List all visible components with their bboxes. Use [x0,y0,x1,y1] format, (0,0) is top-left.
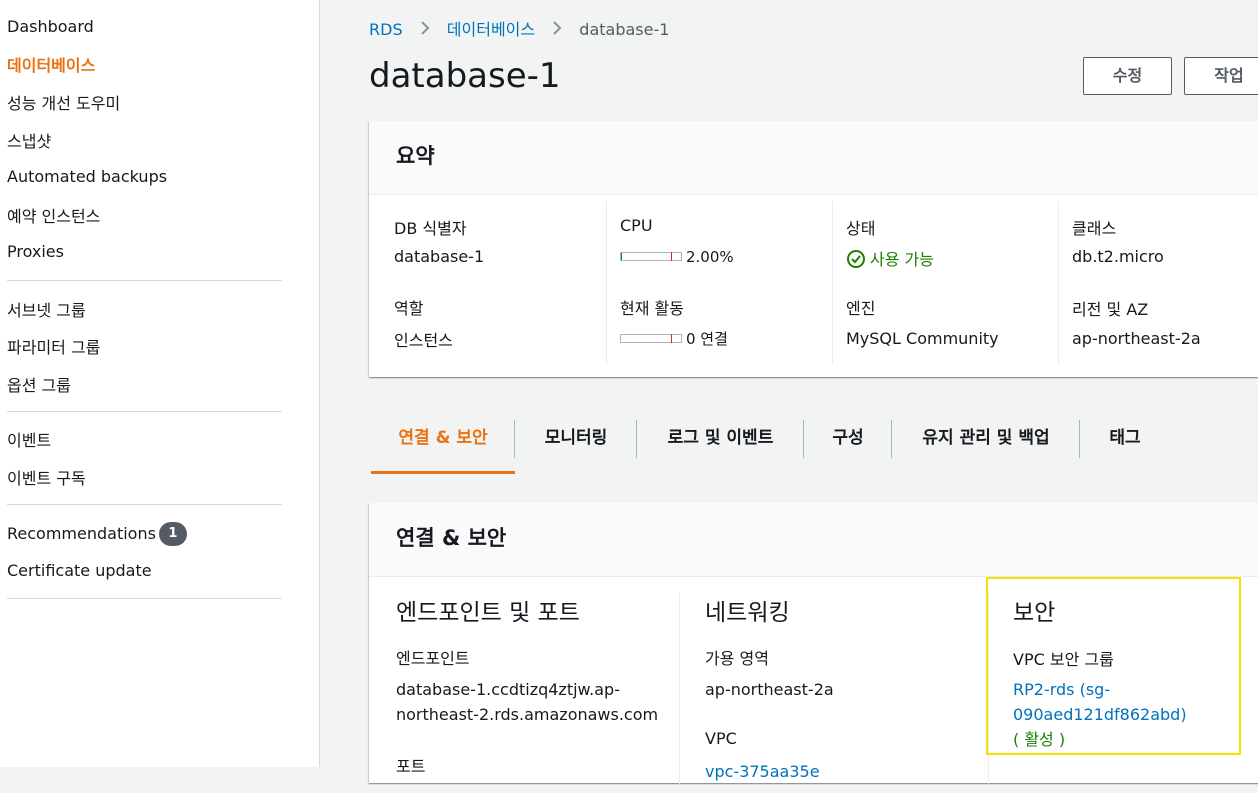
security-section-title: 보안 [1013,600,1056,626]
cpu-value: 2.00% [620,248,734,266]
chevron-right-icon [552,20,562,39]
sidebar-item-event-subscriptions[interactable]: 이벤트 구독 [7,465,86,489]
recommendations-count-badge: 1 [158,522,187,546]
endpoint-section-title: 엔드포인트 및 포트 [396,600,580,626]
db-identifier-value: database-1 [394,247,485,266]
summary-column-status: 상태 사용 가능 엔진 MySQL Community [832,201,1057,365]
activity-value: 0 연결 [620,328,728,349]
role-value: 인스턴스 [394,331,453,350]
sidebar: Dashboard 데이터베이스 성능 개선 도우미 스냅샷 Automated… [0,0,320,767]
sidebar-item-certificate-update[interactable]: Certificate update [7,561,152,580]
role-label: 역할 [394,299,424,318]
cpu-threshold-mark [671,252,672,261]
connectivity-panel: 연결 & 보안 엔드포인트 및 포트 엔드포인트 database-1.ccdt… [369,503,1258,793]
class-value: db.t2.micro [1072,247,1164,266]
check-circle-icon [846,249,866,273]
sidebar-item-subnet-groups[interactable]: 서브넷 그룹 [7,297,86,321]
summary-title: 요약 [369,121,1258,195]
cpu-percentage: 2.00% [686,248,734,266]
endpoint-line-2: northeast-2.rds.amazonaws.com [396,705,659,724]
sidebar-item-proxies[interactable]: Proxies [7,242,64,261]
actions-button[interactable]: 작업 [1184,57,1258,95]
sidebar-item-snapshots[interactable]: 스냅샷 [7,128,51,152]
networking-column: 네트워킹 가용 영역 ap-northeast-2a VPC vpc-375aa… [680,577,988,787]
chevron-right-icon [420,20,430,39]
sidebar-item-label: Recommendations [7,524,156,543]
security-group-value: RP2-rds (sg- 090aed121df862abd) ( 활성 ) [1013,677,1253,752]
sidebar-divider [7,411,282,412]
status-value: 사용 가능 [846,246,934,273]
region-value: ap-northeast-2a [1072,329,1201,348]
main-content: RDS 데이터베이스 database-1 database-1 수정 작업 요… [321,0,1258,793]
tab-monitoring[interactable]: 모니터링 [515,410,637,474]
availability-zone-value: ap-northeast-2a [705,680,834,699]
status-label: 상태 [846,219,876,238]
sidebar-item-reserved-instances[interactable]: 예약 인스턴스 [7,203,100,227]
endpoint-value: database-1.ccdtizq4ztjw.ap- northeast-2.… [396,677,666,727]
activity-connections: 0 연결 [686,330,728,348]
vpc-security-group-label: VPC 보안 그룹 [1013,650,1114,669]
connectivity-title: 연결 & 보안 [369,503,1258,577]
sidebar-item-dashboard[interactable]: Dashboard [7,17,94,36]
vpc-label: VPC [705,729,737,748]
breadcrumb-rds-link[interactable]: RDS [369,20,403,39]
breadcrumb-current: database-1 [579,20,670,39]
sidebar-item-automated-backups[interactable]: Automated backups [7,167,167,186]
activity-bar [620,334,682,343]
cpu-label: CPU [620,216,653,235]
tab-maintenance-backups[interactable]: 유지 관리 및 백업 [892,410,1080,474]
endpoint-column: 엔드포인트 및 포트 엔드포인트 database-1.ccdtizq4ztjw… [369,577,679,787]
sidebar-divider [7,504,282,505]
security-group-line-1: RP2-rds (sg- [1013,680,1111,699]
tab-logs-events[interactable]: 로그 및 이벤트 [637,410,804,474]
breadcrumb: RDS 데이터베이스 database-1 [369,16,669,40]
detail-tabs: 연결 & 보안 모니터링 로그 및 이벤트 구성 유지 관리 및 백업 태그 [371,410,1258,476]
sidebar-item-recommendations[interactable]: Recommendations 1 [7,522,187,546]
cpu-usage-fill [621,253,622,260]
region-label: 리전 및 AZ [1072,300,1149,319]
endpoint-line-1: database-1.ccdtizq4ztjw.ap- [396,680,620,699]
sidebar-item-option-groups[interactable]: 옵션 그룹 [7,372,71,396]
summary-column-cpu: CPU 2.00% 현재 활동 0 연결 [606,201,831,365]
security-group-status: ( 활성 ) [1013,730,1066,749]
vpc-link[interactable]: vpc-375aa35e [705,759,820,784]
activity-threshold-mark [671,334,672,343]
page-title: database-1 [369,56,561,96]
engine-value: MySQL Community [846,329,999,348]
sidebar-divider [7,280,282,281]
modify-button[interactable]: 수정 [1083,57,1172,95]
networking-section-title: 네트워킹 [705,600,790,626]
summary-column-identifier: DB 식별자 database-1 역할 인스턴스 [369,201,605,365]
summary-column-class: 클래스 db.t2.micro 리전 및 AZ ap-northeast-2a [1058,201,1258,365]
sidebar-item-events[interactable]: 이벤트 [7,427,51,451]
cpu-usage-bar [620,252,682,261]
summary-panel: 요약 DB 식별자 database-1 역할 인스턴스 CPU 2.00% 현… [369,121,1258,377]
tab-configuration[interactable]: 구성 [804,410,892,474]
class-label: 클래스 [1072,219,1117,238]
security-group-link[interactable]: RP2-rds (sg- 090aed121df862abd) [1013,677,1253,727]
activity-label: 현재 활동 [620,299,684,318]
endpoint-label: 엔드포인트 [396,649,470,668]
breadcrumb-databases-link[interactable]: 데이터베이스 [447,20,535,39]
security-column: 보안 VPC 보안 그룹 RP2-rds (sg- 090aed121df862a… [989,577,1258,787]
sidebar-item-performance-insights[interactable]: 성능 개선 도우미 [7,90,120,114]
engine-label: 엔진 [846,299,876,318]
availability-zone-label: 가용 영역 [705,649,769,668]
status-text: 사용 가능 [870,250,934,269]
tab-connectivity-security[interactable]: 연결 & 보안 [371,410,515,474]
sidebar-divider [7,598,282,599]
security-group-line-2: 090aed121df862abd) [1013,705,1187,724]
sidebar-item-parameter-groups[interactable]: 파라미터 그룹 [7,334,100,358]
tab-tags[interactable]: 태그 [1080,410,1170,474]
sidebar-item-databases[interactable]: 데이터베이스 [7,52,95,76]
port-label: 포트 [396,757,426,776]
db-identifier-label: DB 식별자 [394,219,467,238]
